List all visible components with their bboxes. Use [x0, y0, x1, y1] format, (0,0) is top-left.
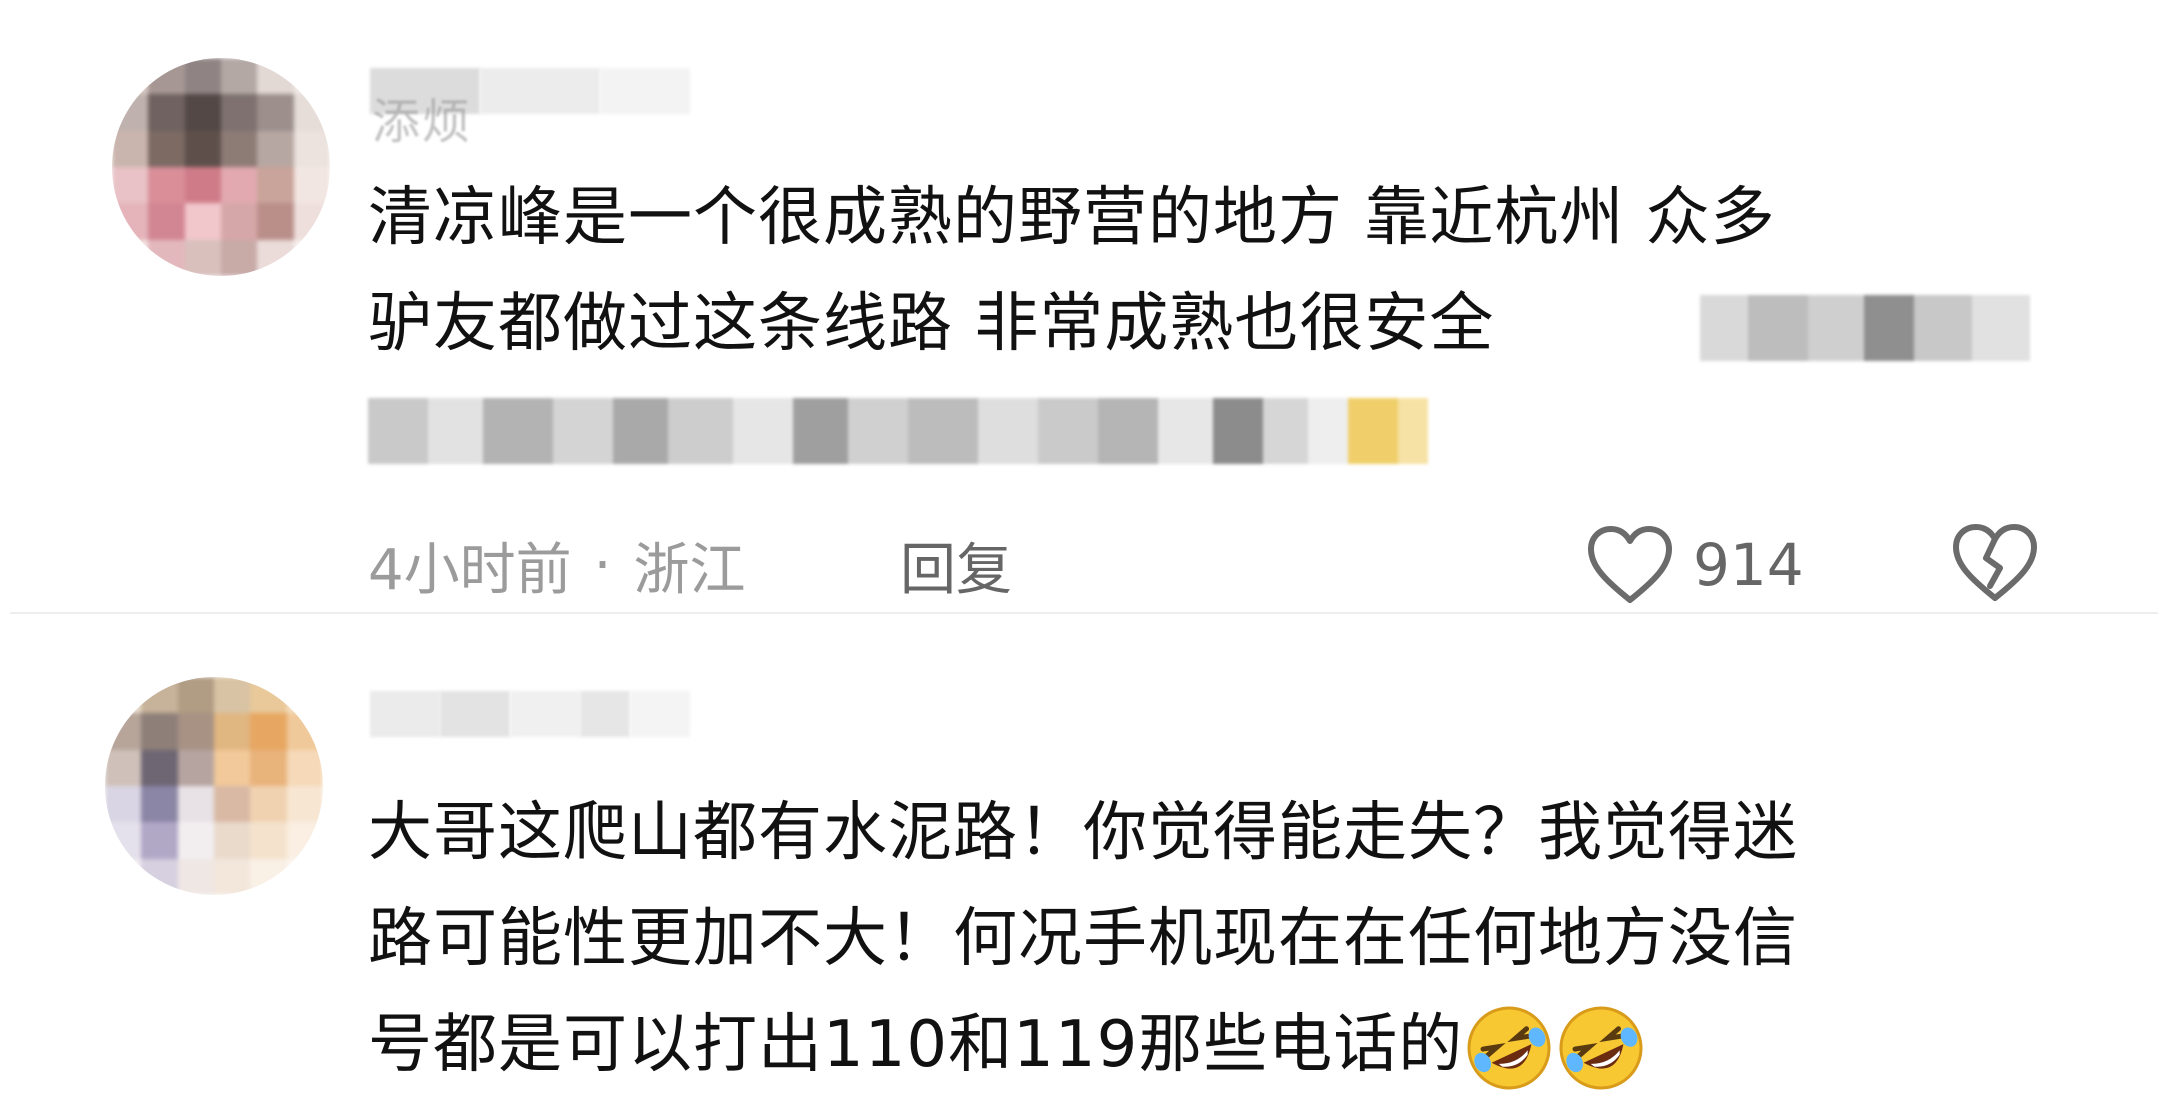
broken-heart-icon [1953, 524, 2037, 601]
rolling-on-floor-laughing-icon [1559, 1006, 1643, 1090]
heart-outline-icon [1588, 526, 1672, 603]
comment-line: 号都是可以打出110和119那些电话的 [368, 1008, 1464, 1082]
comment-item: 大哥这爬山都有水泥路！你觉得能走失？我觉得迷 路可能性更加不大！何况手机现在在任… [0, 617, 2160, 1109]
like-button[interactable]: 914 [1585, 520, 1804, 610]
comment-line: 驴友都做过这条线路 非常成熟也很安全 [368, 287, 1495, 361]
reply-button[interactable]: 回复 [900, 530, 1012, 603]
comment-line: 大哥这爬山都有水泥路！你觉得能走失？我觉得迷 [368, 796, 1798, 870]
avatar[interactable] [112, 58, 330, 276]
username[interactable] [370, 683, 690, 745]
timestamp: 4小时前 [368, 537, 572, 603]
comment-list: 添烦 清凉峰是一个很成熟的野营的地方 靠近杭州 众多 驴友都做过这条线路 非常成… [0, 0, 2160, 1109]
like-count: 914 [1693, 531, 1804, 599]
comment-item: 添烦 清凉峰是一个很成熟的野营的地方 靠近杭州 众多 驴友都做过这条线路 非常成… [0, 0, 2160, 615]
divider [10, 612, 2158, 614]
redacted-text [1700, 295, 2030, 361]
comment-line-last: 号都是可以打出110和119那些电话的 [368, 992, 1647, 1098]
dislike-button[interactable] [1950, 520, 2040, 610]
rolling-on-floor-laughing-icon [1467, 1006, 1551, 1090]
username-text: 添烦 [372, 94, 473, 150]
comment-line: 清凉峰是一个很成熟的野营的地方 靠近杭州 众多 [368, 181, 1776, 255]
comment-meta: 4小时前 · 浙江 [368, 530, 745, 603]
redacted-text [368, 398, 1438, 464]
separator: · [593, 532, 612, 598]
ip-location: 浙江 [633, 537, 746, 603]
avatar[interactable] [105, 677, 323, 895]
comment-line: 路可能性更加不大！何况手机现在在任何地方没信 [368, 902, 1798, 976]
username[interactable]: 添烦 [370, 60, 690, 150]
